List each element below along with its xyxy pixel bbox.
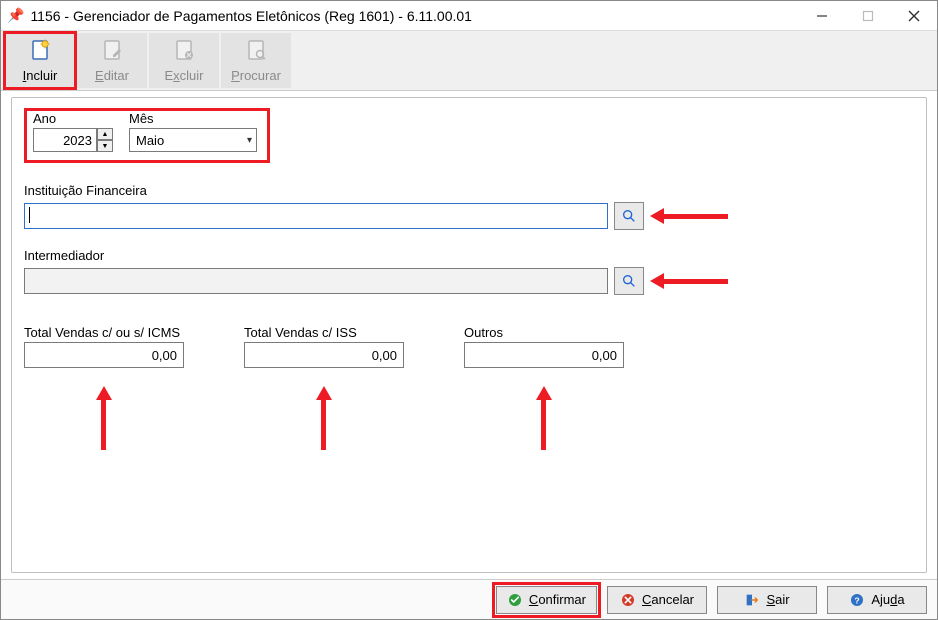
sair-button[interactable]: Sair [717, 586, 817, 614]
maximize-button[interactable] [845, 1, 891, 31]
text-cursor [29, 207, 30, 223]
document-search-icon [244, 38, 268, 66]
ano-spin-up[interactable]: ▲ [97, 128, 113, 140]
total-icms-label: Total Vendas c/ ou s/ ICMS [24, 325, 184, 340]
intermediador-search-button[interactable] [614, 267, 644, 295]
total-iss-input[interactable] [244, 342, 404, 368]
incluir-button[interactable]: Incluir [5, 33, 75, 88]
editar-button: Editar [77, 33, 147, 88]
action-bar: Confirmar Cancelar Sair ? Ajuda [1, 579, 937, 619]
instituicao-input[interactable] [24, 203, 608, 229]
app-window: 📌 1156 - Gerenciador de Pagamentos Eletô… [0, 0, 938, 620]
form-panel: Ano ▲ ▼ Mês Maio ▾ [11, 97, 927, 573]
procurar-label: Procurar [231, 68, 281, 83]
total-icms-input[interactable] [24, 342, 184, 368]
check-circle-icon [507, 592, 523, 608]
ano-input[interactable] [33, 128, 97, 152]
toolbar: Incluir Editar Excluir Procurar [1, 31, 937, 91]
annotation-arrow-up [317, 386, 331, 452]
magnifier-icon [621, 273, 637, 289]
intermediador-input[interactable] [24, 268, 608, 294]
instituicao-label: Instituição Financeira [24, 183, 914, 198]
total-outros-label: Outros [464, 325, 624, 340]
instituicao-search-button[interactable] [614, 202, 644, 230]
window-title: 1156 - Gerenciador de Pagamentos Eletôni… [30, 8, 472, 24]
minimize-button[interactable] [799, 1, 845, 31]
svg-text:?: ? [855, 595, 860, 605]
incluir-label: Incluir [23, 68, 58, 83]
help-circle-icon: ? [849, 592, 865, 608]
total-iss-label: Total Vendas c/ ISS [244, 325, 404, 340]
cancelar-button[interactable]: Cancelar [607, 586, 707, 614]
mes-select[interactable]: Maio ▾ [129, 128, 257, 152]
magnifier-icon [621, 208, 637, 224]
x-circle-icon [620, 592, 636, 608]
intermediador-label: Intermediador [24, 248, 914, 263]
annotation-arrow-left [650, 209, 736, 223]
ano-spinner[interactable]: ▲ ▼ [33, 128, 113, 152]
editar-label: Editar [95, 68, 129, 83]
excluir-button: Excluir [149, 33, 219, 88]
close-button[interactable] [891, 1, 937, 31]
document-new-icon [28, 38, 52, 66]
total-outros-input[interactable] [464, 342, 624, 368]
annotation-arrow-up [537, 386, 551, 452]
titlebar: 📌 1156 - Gerenciador de Pagamentos Eletô… [1, 1, 937, 31]
procurar-button: Procurar [221, 33, 291, 88]
exit-icon [744, 592, 760, 608]
mes-label: Mês [129, 111, 257, 126]
document-edit-icon [100, 38, 124, 66]
annotation-arrow-up [97, 386, 111, 452]
pin-icon: 📌 [7, 7, 24, 24]
period-group-highlight: Ano ▲ ▼ Mês Maio ▾ [24, 108, 270, 163]
confirmar-button[interactable]: Confirmar [496, 586, 597, 614]
annotation-arrow-left [650, 274, 736, 288]
document-delete-icon [172, 38, 196, 66]
chevron-down-icon: ▾ [247, 135, 252, 146]
excluir-label: Excluir [164, 68, 203, 83]
ano-spin-down[interactable]: ▼ [97, 140, 113, 152]
ajuda-button[interactable]: ? Ajuda [827, 586, 927, 614]
ano-label: Ano [33, 111, 113, 126]
mes-value: Maio [136, 133, 164, 148]
